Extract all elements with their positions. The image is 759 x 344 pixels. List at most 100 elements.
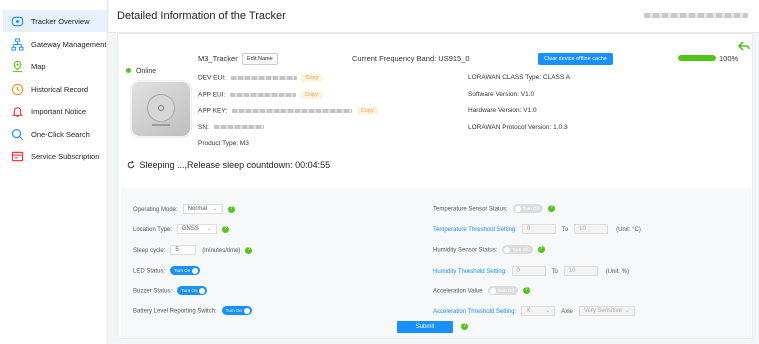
app-eui-label: APP EUI: (198, 91, 226, 99)
refresh-icon (127, 160, 135, 169)
sleep-cycle-input[interactable]: 5 (170, 245, 197, 255)
lorawan-class: LORAWAN CLASS Type: CLASS A (468, 74, 570, 81)
temp-min-input[interactable]: 0 (521, 224, 556, 234)
sidebar-item-label: Map (31, 61, 46, 71)
sn-row: SN: (198, 124, 264, 131)
sidebar-item-gateway-management[interactable]: Gateway Management (3, 33, 107, 55)
sleep-cycle-label: Sleep cycle: (133, 247, 166, 254)
buzzer-status-row: Buzzer Status: Turn On (133, 286, 208, 295)
page-title: Detailed Information of the Tracker (117, 10, 286, 22)
history-icon (11, 83, 24, 95)
tracker-icon (11, 16, 24, 26)
help-icon[interactable]: ? (522, 287, 530, 294)
humidity-threshold-label: Humidity Threshold Setting: (433, 268, 507, 275)
battery-switch-row: Battery Level Reporting Switch: Turn On (133, 306, 253, 315)
operating-mode-label: Operating Mode: (133, 206, 178, 213)
subscription-icon (11, 151, 24, 161)
led-status-label: LED Status: (133, 268, 166, 275)
humidity-sensor-row: Humidity Sensor Status: Turn Off ? (433, 245, 545, 254)
dev-eui-label: DEV EUI: (198, 74, 226, 82)
copy-app-eui-button[interactable]: Copy (300, 91, 322, 99)
operating-mode-row: Operating Mode: Normal ⌄ ? (133, 204, 235, 214)
temp-threshold-label: Temperature Threshold Setting: (433, 226, 517, 233)
submit-button[interactable]: Submit (397, 321, 453, 333)
buzzer-status-toggle[interactable]: Turn On (176, 286, 208, 295)
accel-threshold-label: Acceleration Threshold Setting: (433, 308, 517, 315)
battery-fill (678, 55, 716, 61)
sidebar-item-one-click-search[interactable]: One-Click Search (3, 123, 107, 145)
battery-bar (678, 55, 716, 61)
sleep-cycle-row: Sleep cycle: 5 (minutes/time) ? (133, 245, 253, 255)
chevron-down-icon: ⌄ (624, 308, 630, 314)
humidity-unit: (Unit: %) (605, 268, 630, 275)
axle-label: Axle (561, 308, 573, 315)
location-type-row: Location Type: GNSS ⌄ ? (133, 224, 229, 234)
clear-cache-button[interactable]: Clear device offline cache (538, 53, 613, 65)
dev-eui-row: DEV EUI: Copy (198, 74, 323, 82)
sidebar-item-service-subscription[interactable]: Service Subscription (3, 145, 107, 167)
sidebar: Tracker Overview Gateway Management Map … (0, 0, 108, 344)
app-eui-value-blurred (230, 93, 297, 97)
humidity-sensor-toggle[interactable]: Turn Off (502, 245, 533, 254)
battery-switch-toggle[interactable]: Turn On (221, 306, 253, 315)
chevron-down-icon: ⌄ (212, 206, 218, 212)
humidity-max-input[interactable]: 10 (563, 266, 598, 276)
sidebar-item-label: Gateway Management (31, 39, 107, 49)
sidebar-item-label: Important Notice (31, 106, 87, 116)
temp-sensor-row: Temperature Sensor Status: Turn Off ? (433, 204, 555, 213)
location-type-select[interactable]: GNSS ⌄ (176, 224, 217, 234)
frequency-band: Current Frequency Band: US915_0 (352, 54, 470, 63)
tracker-detail-card: Online M3_Tracker Edit Name Current Freq… (117, 33, 753, 339)
sleep-cycle-unit: (minutes/time) (202, 247, 241, 254)
network-icon (11, 37, 24, 51)
search-icon (12, 128, 24, 140)
help-icon[interactable]: ? (461, 323, 468, 330)
temp-unit: (Unit: °C) (616, 226, 641, 233)
acceleration-row: Acceleration Value Turn Off ? (433, 286, 530, 295)
sidebar-item-historical-record[interactable]: Historical Record (3, 78, 107, 100)
temp-sensor-toggle[interactable]: Turn Off (512, 204, 543, 213)
sidebar-item-map[interactable]: Map (3, 55, 107, 77)
sidebar-item-label: Historical Record (31, 84, 89, 94)
sensitivity-select[interactable]: Very Sensitive ⌄ (578, 306, 635, 316)
led-status-toggle[interactable]: Turn On (169, 266, 201, 275)
sidebar-item-label: One-Click Search (31, 129, 90, 139)
chevron-down-icon: ⌄ (545, 308, 551, 314)
help-icon[interactable]: ? (221, 225, 229, 233)
battery-switch-label: Battery Level Reporting Switch: (133, 308, 217, 315)
app-key-label: APP KEY: (198, 107, 228, 115)
user-info-blurred (644, 13, 748, 18)
temp-sensor-label: Temperature Sensor Status: (433, 206, 508, 213)
help-icon[interactable]: ? (245, 246, 253, 254)
operating-mode-select[interactable]: Normal ⌄ (182, 204, 223, 214)
back-arrow-icon[interactable] (738, 41, 750, 51)
axis-select[interactable]: X ⌄ (521, 306, 556, 316)
copy-dev-eui-button[interactable]: Copy (301, 74, 323, 82)
battery-percent: 100% (719, 54, 739, 63)
acceleration-toggle[interactable]: Turn Off (487, 286, 518, 295)
sn-label: SN: (198, 124, 209, 131)
temp-max-input[interactable]: 10 (574, 224, 609, 234)
help-icon[interactable]: ? (537, 246, 545, 253)
software-version: Software Version: V1.0 (468, 91, 535, 98)
sidebar-item-tracker-overview[interactable]: Tracker Overview (3, 10, 107, 32)
led-status-row: LED Status: Turn On (133, 266, 201, 275)
help-icon[interactable]: ? (547, 205, 555, 212)
map-icon (12, 60, 23, 72)
tracker-device-image (130, 80, 192, 138)
copy-app-key-button[interactable]: Copy (356, 107, 378, 115)
edit-name-button[interactable]: Edit Name (242, 53, 278, 65)
sidebar-item-label: Tracker Overview (31, 16, 90, 26)
online-dot (126, 68, 131, 73)
acceleration-label: Acceleration Value (433, 288, 483, 295)
sidebar-item-important-notice[interactable]: Important Notice (3, 100, 107, 122)
location-type-label: Location Type: (133, 226, 172, 233)
buzzer-status-label: Buzzer Status: (133, 288, 173, 295)
lorawan-protocol: LORAWAN Protocol Version: 1.0.3 (468, 124, 568, 131)
help-icon[interactable]: ? (227, 205, 235, 213)
humidity-min-input[interactable]: 0 (511, 266, 546, 276)
sleep-status: Sleeping ...,Release sleep countdown: 00… (127, 160, 330, 170)
dev-eui-value-blurred (230, 76, 297, 80)
chevron-down-icon: ⌄ (206, 226, 212, 232)
app-key-value-blurred (231, 109, 352, 113)
